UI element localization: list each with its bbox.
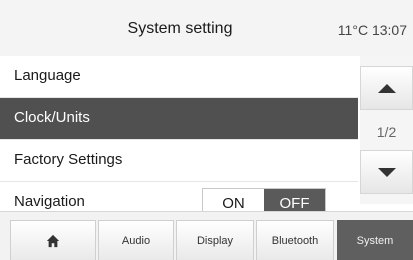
page-indicator: 1/2 [376,124,397,140]
menu-item-label: Language [14,67,81,84]
scroll-down-button[interactable] [360,150,413,194]
home-icon [46,234,60,247]
menu-item-label: Factory Settings [14,151,123,168]
header-bar: System setting 11°C 13:07 [0,0,413,56]
tab-audio[interactable]: Audio [98,220,174,260]
page-title: System setting [127,20,233,37]
arrow-down-icon [377,167,396,177]
status-area: 11°C 13:07 [338,22,407,38]
temperature-unit: °C [352,22,369,38]
tab-system[interactable]: System [337,220,413,260]
tab-home[interactable] [10,220,96,260]
menu-item-clock-units[interactable]: Clock/Units [0,98,358,140]
tab-display[interactable]: Display [176,220,254,260]
clock-time: 13:07 [371,22,407,38]
scroll-panel: 1/2 [360,56,413,204]
menu-item-language[interactable]: Language [0,56,358,98]
arrow-up-icon [377,83,396,93]
scroll-up-button[interactable] [360,66,413,110]
menu-item-label: Navigation [14,193,85,210]
menu-item-label: Clock/Units [14,109,90,126]
tab-bluetooth[interactable]: Bluetooth [256,220,334,260]
menu-item-factory-settings[interactable]: Factory Settings [0,140,358,182]
bottom-tab-bar: Audio Display Bluetooth System [0,211,413,260]
settings-menu: Language Clock/Units Factory Settings Na… [0,56,358,224]
temperature-value: 11 [337,22,353,38]
